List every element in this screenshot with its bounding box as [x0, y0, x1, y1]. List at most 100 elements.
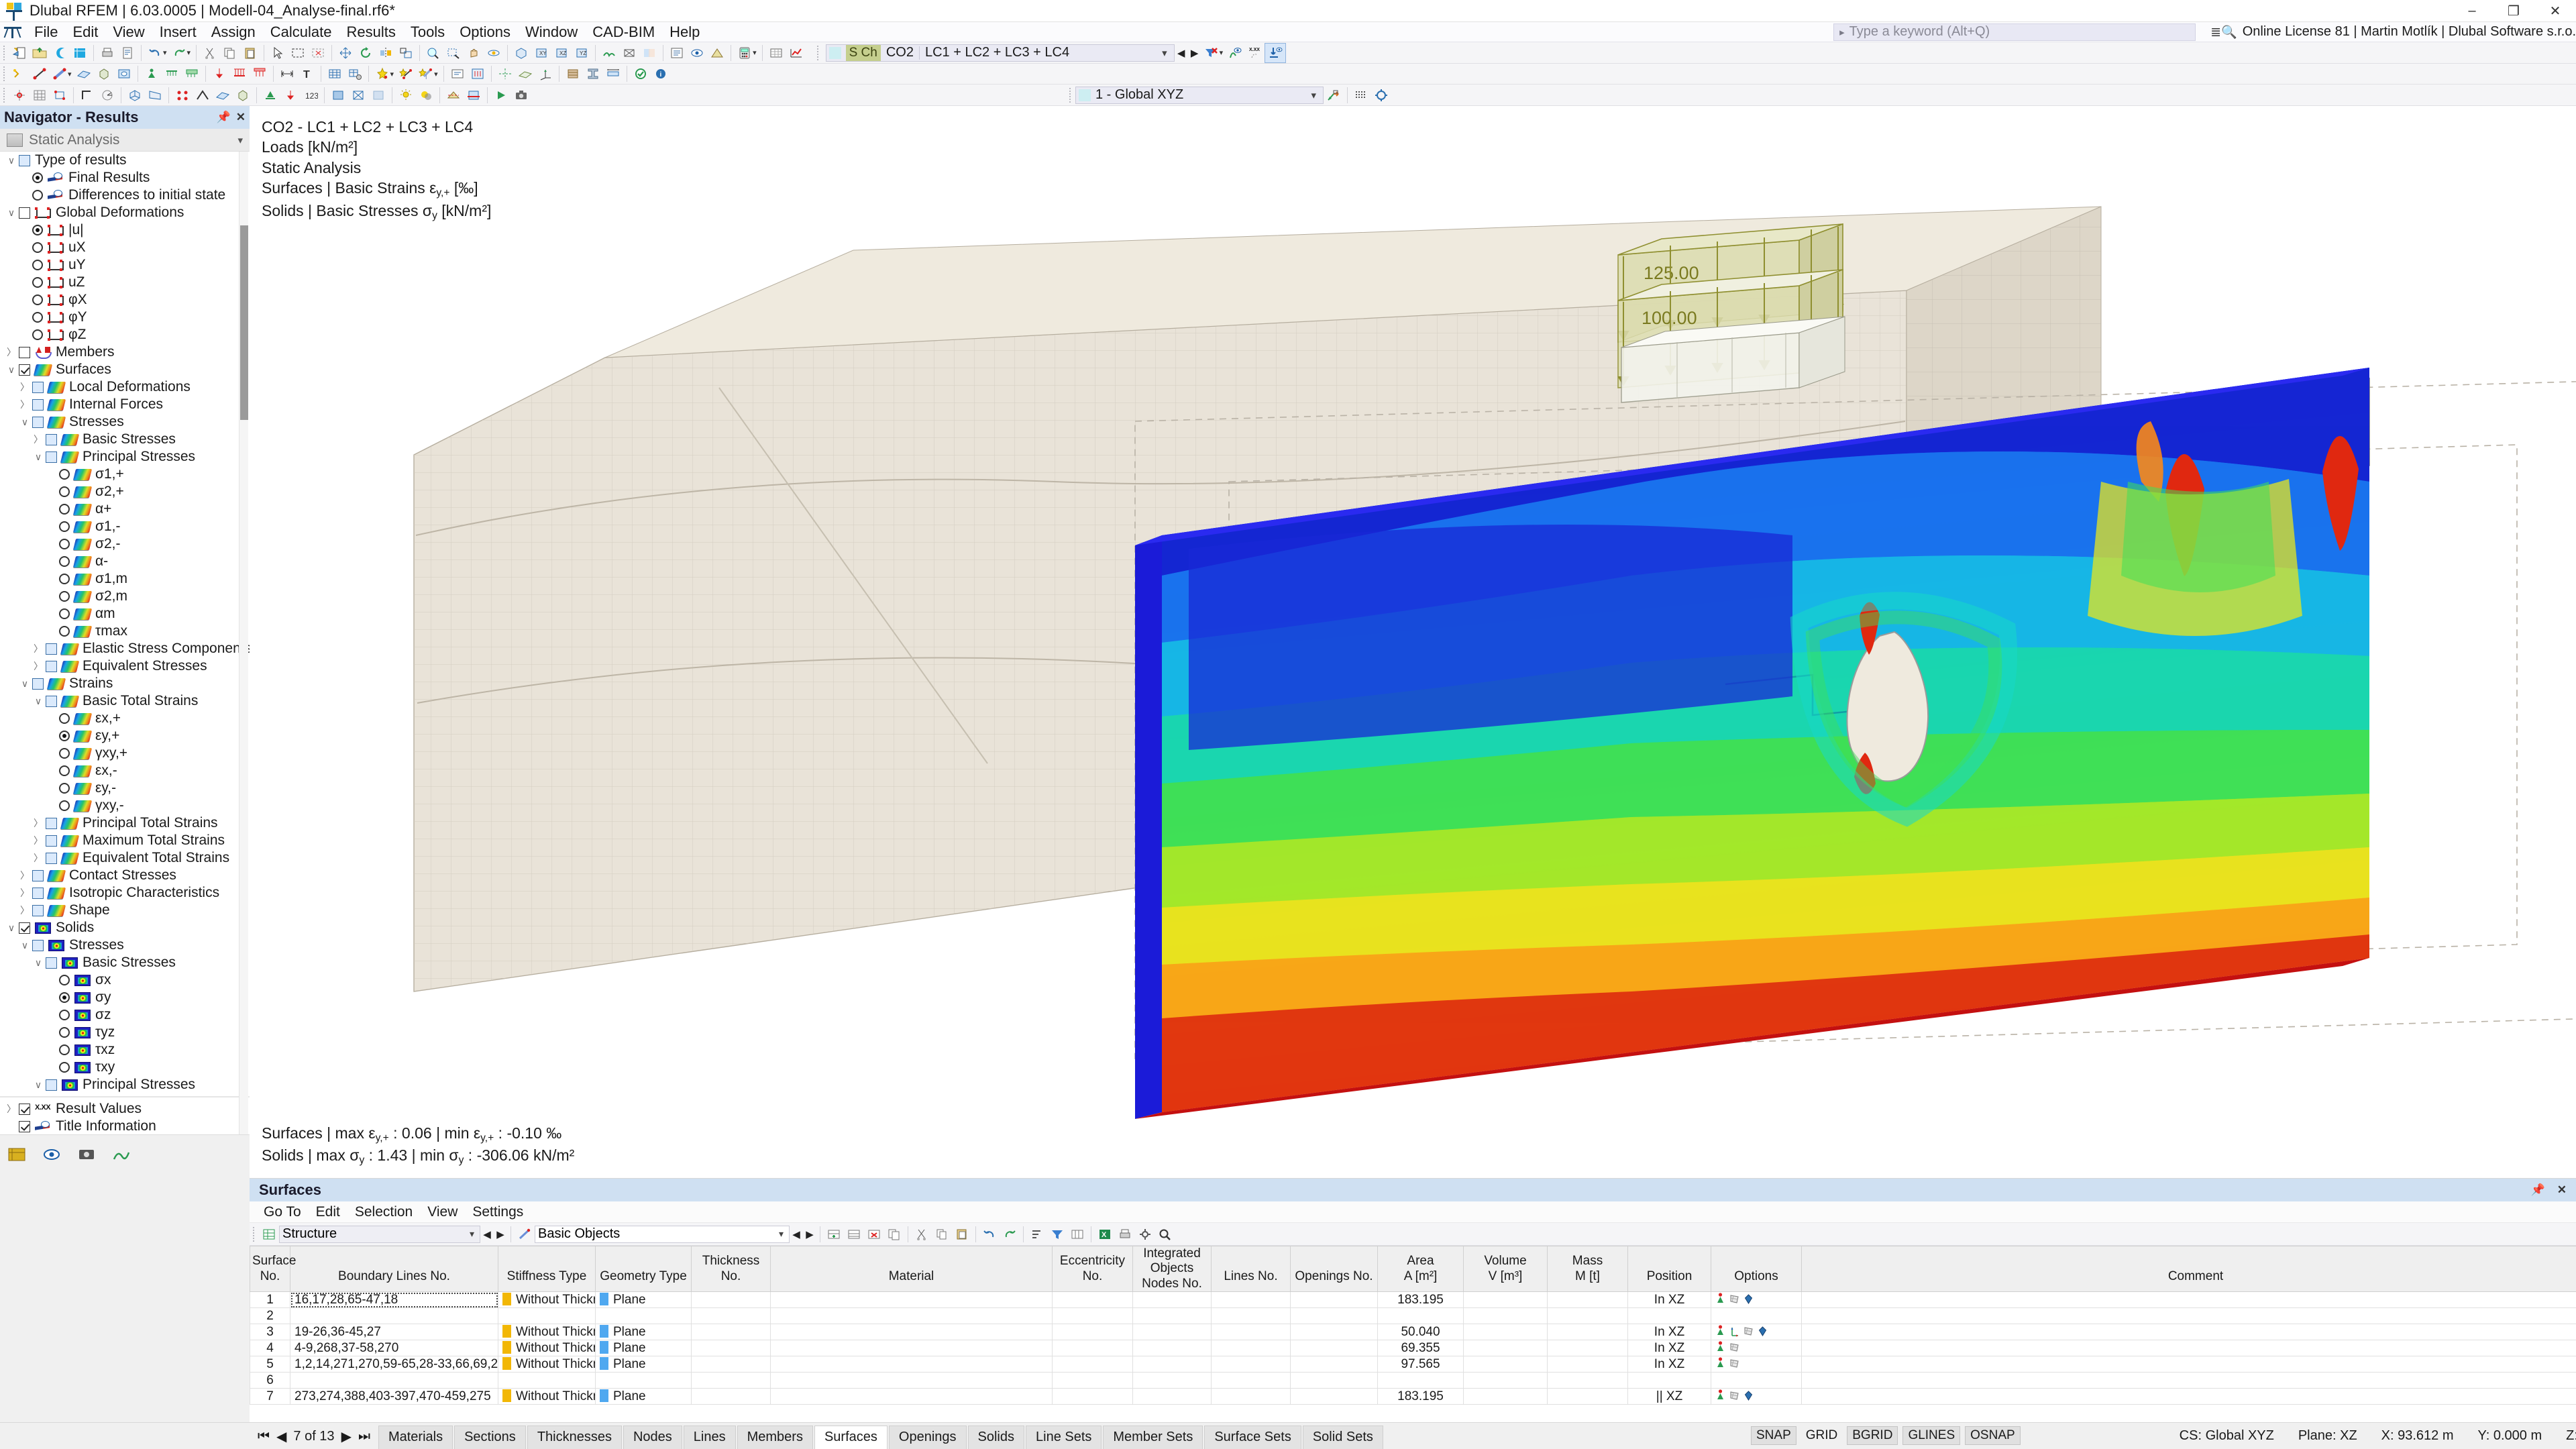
column-header-options[interactable]: Options — [1711, 1246, 1802, 1293]
filter-results-button[interactable] — [1201, 44, 1222, 62]
open-model-button[interactable] — [30, 44, 50, 62]
rfem-module-button[interactable] — [50, 44, 70, 62]
nodal-load-button[interactable] — [209, 64, 229, 83]
column-header-boundary-lines-no[interactable]: Boundary Lines No. — [290, 1246, 498, 1293]
display-numbering-button[interactable]: 123 — [301, 86, 321, 105]
cell-lines-no[interactable] — [1211, 1307, 1291, 1325]
tree-item-isotropic-characteristics[interactable]: 〉 Isotropic Characteristics — [0, 884, 250, 902]
tree-item-uy[interactable]: uY — [0, 256, 250, 274]
menu-edit[interactable]: Edit — [65, 22, 105, 42]
status-toggle-grid[interactable]: GRID — [1801, 1427, 1843, 1444]
tree-item-result-values[interactable]: 〉 X.XX Result Values — [0, 1100, 250, 1118]
checkbox[interactable] — [19, 922, 30, 934]
cell-eccentricity-no[interactable] — [1052, 1340, 1133, 1357]
zoom-window-button[interactable] — [443, 44, 464, 62]
cell-eccentricity-no[interactable] — [1052, 1372, 1133, 1389]
cell-area[interactable]: 97.565 — [1377, 1356, 1464, 1373]
result-values-numeric-button[interactable]: X.XX — [1245, 44, 1265, 62]
tree-item-xy[interactable]: τxy — [0, 1059, 250, 1076]
radio-button[interactable] — [59, 504, 70, 515]
object-prev-button[interactable]: ◀ — [790, 1226, 803, 1242]
radio-button[interactable] — [59, 800, 70, 811]
cell-lines-no[interactable] — [1211, 1372, 1291, 1389]
object-next-button[interactable]: ▶ — [803, 1226, 816, 1242]
new-result-button[interactable] — [372, 64, 392, 83]
table-tab-solid-sets[interactable]: Solid Sets — [1302, 1426, 1383, 1449]
ortho-button[interactable] — [77, 86, 97, 105]
chevron-right-icon[interactable]: 〉 — [17, 380, 32, 394]
menu-help[interactable]: Help — [662, 22, 707, 42]
cell-thickness-no[interactable] — [691, 1324, 771, 1341]
checkbox[interactable] — [46, 852, 57, 864]
radio-button[interactable] — [32, 312, 43, 323]
toolbar-grip[interactable] — [2, 45, 7, 60]
table-settings-button[interactable] — [1135, 1225, 1155, 1244]
render-solid-button[interactable] — [328, 86, 348, 105]
cell-openings-no[interactable] — [1290, 1307, 1378, 1325]
radio-button[interactable] — [59, 1010, 70, 1020]
cell-stiffness-type[interactable]: Without Thickn... — [498, 1356, 596, 1373]
cell-nodes-no[interactable] — [1132, 1324, 1212, 1341]
member-button[interactable] — [50, 64, 70, 83]
cell-comment[interactable] — [1801, 1388, 2576, 1405]
tree-item-x[interactable]: εx,- — [0, 762, 250, 780]
cell-stiffness-type[interactable]: Without Thickn... — [498, 1291, 596, 1309]
cell-boundary-lines[interactable]: 1,2,14,271,270,59-65,28-33,66,69,262,265… — [290, 1356, 498, 1373]
cell-lines-no[interactable] — [1211, 1388, 1291, 1405]
chevron-down-icon[interactable]: ∨ — [17, 417, 32, 428]
checkbox[interactable] — [46, 451, 57, 463]
tree-item-z[interactable]: φZ — [0, 326, 250, 343]
prev-combination-button[interactable]: ◀ — [1175, 45, 1188, 61]
table-tab-surfaces[interactable]: Surfaces — [814, 1426, 888, 1449]
radio-button[interactable] — [59, 574, 70, 584]
guidelines-button[interactable] — [495, 64, 515, 83]
scale-button[interactable] — [396, 44, 416, 62]
display-props-button[interactable] — [667, 44, 687, 62]
column-header-no[interactable]: Surface No. — [250, 1246, 296, 1293]
menu-results[interactable]: Results — [339, 22, 402, 42]
checkbox[interactable] — [46, 695, 57, 707]
cell-mass[interactable] — [1547, 1356, 1628, 1373]
pager-next-icon[interactable]: ▶ — [341, 1428, 352, 1445]
toolbar-grip-2[interactable] — [815, 45, 820, 60]
chevron-down-icon[interactable]: ∨ — [17, 940, 32, 951]
cell-stiffness-type[interactable] — [498, 1307, 596, 1325]
table-next-button[interactable]: ▶ — [494, 1226, 507, 1242]
cell-openings-no[interactable] — [1290, 1372, 1378, 1389]
radio-button[interactable] — [59, 1062, 70, 1073]
tree-item-ux[interactable]: uX — [0, 239, 250, 256]
tree-item-internal-forces[interactable]: 〉 Internal Forces — [0, 396, 250, 413]
checkbox[interactable] — [32, 904, 44, 916]
navigator-close-icon[interactable]: ✕ — [236, 111, 246, 124]
isoview-button[interactable] — [125, 86, 145, 105]
table-tab-nodes[interactable]: Nodes — [623, 1426, 682, 1449]
cell-area[interactable]: 50.040 — [1377, 1324, 1464, 1341]
menu-options[interactable]: Options — [452, 22, 518, 42]
radio-button[interactable] — [59, 765, 70, 776]
status-toggle-snap[interactable]: SNAP — [1751, 1426, 1796, 1445]
tree-item-m[interactable]: αm — [0, 605, 250, 623]
table-columns-button[interactable] — [1067, 1225, 1087, 1244]
opening-button[interactable] — [114, 64, 134, 83]
tree-item-surfaces[interactable]: ∨ Surfaces — [0, 361, 250, 378]
menu-window[interactable]: Window — [518, 22, 585, 42]
table-copy-button[interactable] — [932, 1225, 952, 1244]
render-wire-button[interactable] — [348, 86, 368, 105]
solid-button[interactable] — [94, 64, 114, 83]
cell-boundary-lines[interactable]: 16,17,28,65-47,18 — [290, 1291, 498, 1309]
navigator-scrollbar[interactable] — [239, 152, 248, 1134]
screenshot-button[interactable] — [511, 86, 531, 105]
model-check-button[interactable] — [631, 64, 651, 83]
cell-surface-no[interactable]: 6 — [250, 1372, 290, 1389]
pager-last-icon[interactable]: ⏭ — [358, 1429, 370, 1444]
cell-thickness-no[interactable] — [691, 1291, 771, 1309]
table-prev-button[interactable]: ◀ — [480, 1226, 494, 1242]
table-body[interactable]: 116,17,28,65-47,18Without Thickn...Plane… — [250, 1291, 2576, 1405]
cell-material[interactable] — [770, 1372, 1053, 1389]
radio-button[interactable] — [59, 556, 70, 567]
tree-item-stresses[interactable]: ∨ Stresses — [0, 936, 250, 954]
model-viewport[interactable]: 125.00 100.00 CO2 - LC1 + LC2 + LC3 + LC… — [250, 106, 2576, 1178]
tree-item-x[interactable]: εx,+ — [0, 710, 250, 727]
results-table-button[interactable] — [766, 44, 786, 62]
clipping-button[interactable] — [443, 86, 464, 105]
